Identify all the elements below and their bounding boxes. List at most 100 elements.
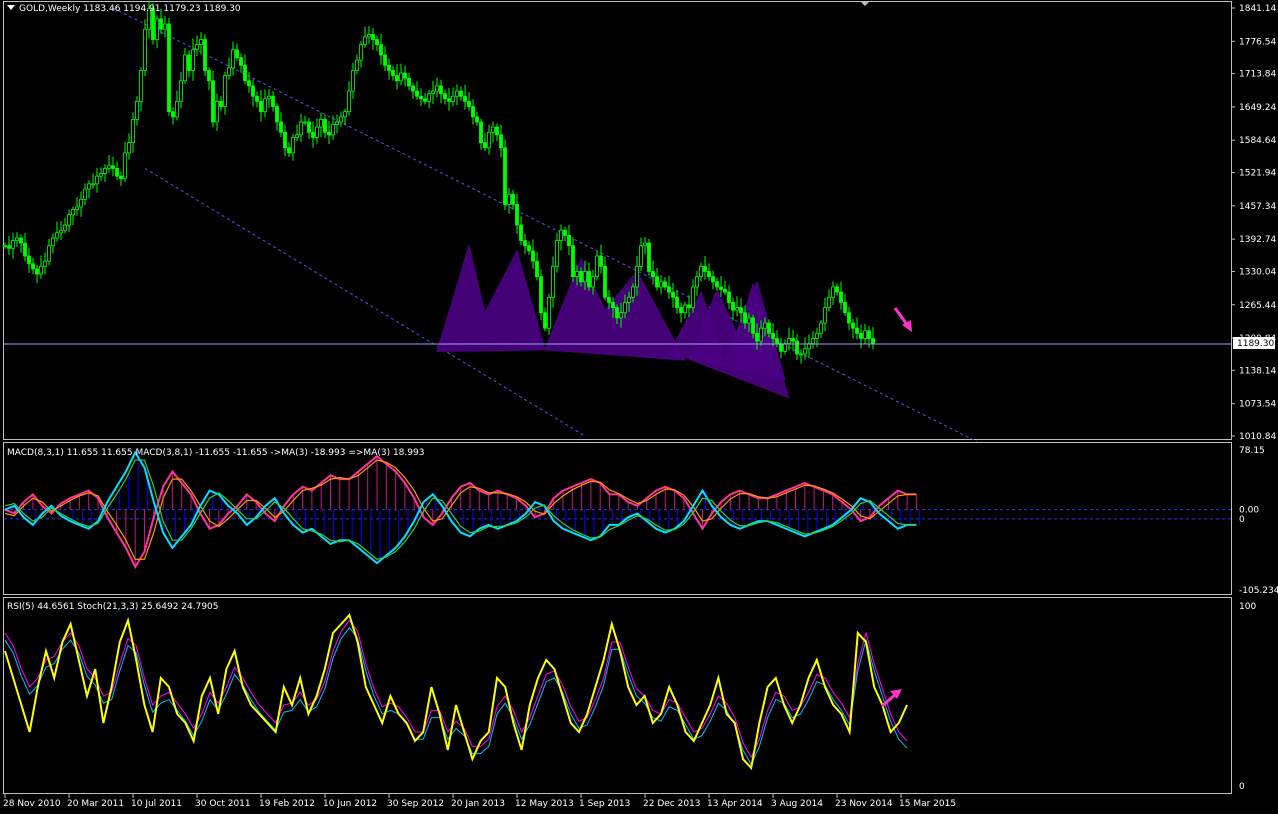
candle-body <box>107 165 111 169</box>
rsi-axis-label: 100 <box>1239 602 1256 612</box>
rsi-header: RSI(5) 44.6561 Stoch(21,3,3) 25.6492 24.… <box>7 602 219 612</box>
candle-body <box>215 100 219 123</box>
candle-body <box>95 175 99 185</box>
candle-body <box>783 343 787 352</box>
candle-body <box>835 286 839 293</box>
candle-body <box>871 338 875 345</box>
price-axis-label: 1330.04 <box>1239 267 1276 277</box>
candle-body <box>667 286 671 293</box>
candle-body <box>403 72 407 79</box>
candle-body <box>735 307 739 311</box>
candle-body <box>771 332 775 339</box>
candle-body <box>651 271 655 278</box>
candle-body <box>131 119 135 144</box>
candle-body <box>831 286 835 298</box>
candle-body <box>483 142 487 149</box>
candle-body <box>207 70 211 82</box>
candle-body <box>611 302 615 308</box>
candle-body <box>143 28 147 71</box>
candle-body <box>427 93 431 102</box>
candle-body <box>467 100 471 107</box>
candle-body <box>447 98 451 102</box>
candle-body <box>755 332 759 342</box>
price-axis-label: 1713.84 <box>1239 70 1276 80</box>
candle-body <box>163 23 167 30</box>
candle-body <box>363 36 367 46</box>
candle-body <box>371 33 375 40</box>
candle-body <box>579 271 583 283</box>
candle-body <box>843 302 847 314</box>
time-axis-label: 30 Sep 2012 <box>387 799 444 809</box>
candle-body <box>103 167 107 174</box>
candle-body <box>731 302 735 311</box>
candle-body <box>431 90 435 95</box>
candle-body <box>563 229 567 236</box>
trading-chart[interactable]: 1841.14 1776.54 1713.84 1649.24 1584.64 1521.… <box>0 0 1278 814</box>
price-axis-label: 1138.14 <box>1239 366 1276 376</box>
candle-body <box>339 116 343 123</box>
candle-body <box>3 245 7 248</box>
candle-body <box>115 167 119 177</box>
candle-body <box>395 75 399 82</box>
candle-body <box>559 229 563 241</box>
candle-body <box>591 276 595 288</box>
candle-body <box>31 263 35 270</box>
candle-body <box>99 173 103 177</box>
candle-body <box>719 286 723 290</box>
candle-body <box>135 100 139 120</box>
candle-body <box>399 72 403 82</box>
candle-body <box>203 39 207 71</box>
candle-body <box>699 265 703 278</box>
candle-body <box>127 142 131 154</box>
candle-body <box>683 304 687 314</box>
candle-body <box>763 322 767 329</box>
candle-body <box>655 276 659 288</box>
candle-body <box>175 100 179 118</box>
candle-body <box>607 296 611 303</box>
candle-body <box>231 49 235 69</box>
candle-body <box>599 255 603 267</box>
candle-body <box>711 276 715 283</box>
candle-body <box>379 44 383 56</box>
candle-body <box>475 116 479 123</box>
candle-body <box>851 322 855 329</box>
candle-body <box>187 54 191 71</box>
candle-body <box>435 85 439 92</box>
candle-body <box>775 338 779 345</box>
candle-body <box>411 85 415 92</box>
candle-body <box>179 80 183 102</box>
rsi-axis-label: 0 <box>1239 782 1245 792</box>
candle-body <box>675 296 679 308</box>
time-axis-label: 1 Sep 2013 <box>579 799 630 809</box>
price-axis-label: 1010.84 <box>1239 432 1276 442</box>
time-axis-label: 3 Aug 2014 <box>771 799 823 809</box>
candle-body <box>571 245 575 278</box>
candle-body <box>455 90 459 97</box>
candle-body <box>51 237 55 247</box>
candle-body <box>503 147 507 205</box>
candle-body <box>171 111 175 118</box>
candle-body <box>527 245 531 252</box>
candle-body <box>183 54 187 82</box>
candle-body <box>595 255 599 278</box>
price-axis-label: 1457.34 <box>1239 202 1276 212</box>
candle-body <box>79 198 83 208</box>
candle-body <box>859 332 863 339</box>
candle-body <box>67 214 71 226</box>
candle-body <box>587 271 591 288</box>
time-axis-label: 12 May 2013 <box>515 799 574 809</box>
time-axis-label: 22 Dec 2013 <box>643 799 701 809</box>
candle-body <box>795 340 799 355</box>
candle-body <box>211 80 215 123</box>
candle-body <box>507 193 511 205</box>
candle-body <box>255 95 259 102</box>
candle-body <box>191 49 195 71</box>
candle-body <box>443 93 447 100</box>
candle-body <box>867 330 871 339</box>
candle-body <box>471 106 475 118</box>
candle-body <box>287 147 291 154</box>
candle-body <box>47 245 51 262</box>
candle-body <box>323 119 327 133</box>
candle-body <box>291 137 295 154</box>
candle-body <box>303 121 307 124</box>
